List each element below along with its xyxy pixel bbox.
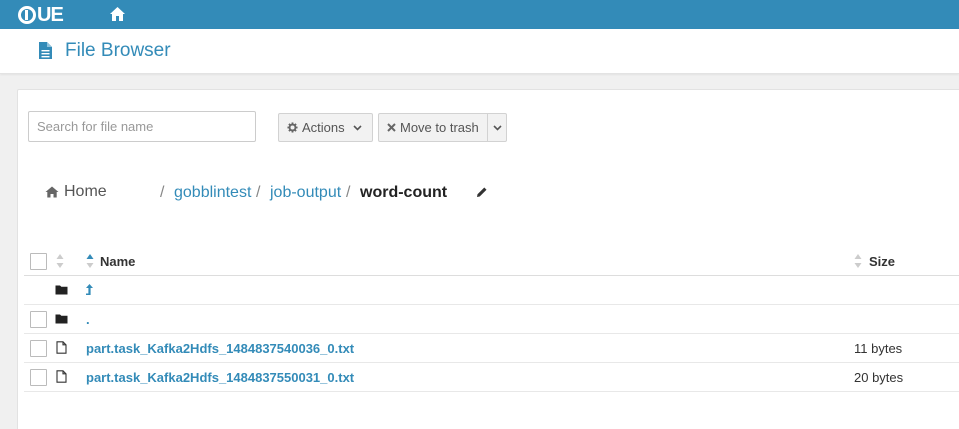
sort-asc-icon[interactable]	[86, 253, 94, 269]
folder-icon	[55, 314, 68, 324]
app-header: File Browser	[0, 29, 959, 74]
file-icon	[56, 341, 67, 354]
home-icon[interactable]	[109, 6, 126, 22]
column-header-size[interactable]: Size	[869, 254, 895, 269]
breadcrumb-separator: /	[346, 184, 351, 201]
file-icon	[39, 42, 52, 59]
file-icon	[56, 370, 67, 383]
gear-icon	[287, 122, 298, 133]
breadcrumb-current: word-count	[360, 184, 448, 201]
move-to-trash-button[interactable]: Move to trash	[378, 113, 488, 142]
breadcrumb-item-job-output[interactable]: job-output	[270, 183, 341, 203]
row-checkbox[interactable]	[30, 340, 47, 357]
actions-button[interactable]: Actions	[278, 113, 373, 142]
trash-label: Move to trash	[400, 120, 479, 135]
chevron-down-icon	[492, 124, 502, 131]
file-name-link[interactable]: part.task_Kafka2Hdfs_1484837550031_0.txt	[86, 370, 354, 385]
table-row[interactable]	[24, 276, 959, 305]
hue-logo-text: UE	[37, 4, 64, 26]
row-checkbox[interactable]	[30, 369, 47, 386]
select-all-checkbox[interactable]	[30, 253, 47, 270]
sort-icon[interactable]	[56, 253, 64, 269]
search-input[interactable]	[28, 111, 256, 142]
breadcrumb-separator: /	[160, 184, 165, 201]
hue-logo[interactable]: UE	[18, 4, 64, 26]
level-up-icon[interactable]	[85, 283, 94, 297]
file-name-link[interactable]: part.task_Kafka2Hdfs_1484837540036_0.txt	[86, 341, 354, 356]
actions-label: Actions	[302, 120, 345, 135]
chevron-down-icon	[353, 124, 362, 131]
close-icon	[387, 123, 396, 132]
breadcrumb-home-label: Home	[64, 183, 107, 200]
page-title: File Browser	[65, 40, 171, 61]
file-name-link[interactable]: .	[86, 312, 90, 327]
top-navbar: UE	[0, 0, 959, 29]
table-header: Name Size	[24, 247, 959, 276]
file-size: 20 bytes	[854, 370, 904, 385]
table-row[interactable]: part.task_Kafka2Hdfs_1484837550031_0.txt…	[24, 363, 959, 392]
row-checkbox[interactable]	[30, 311, 47, 328]
folder-icon	[55, 285, 68, 295]
breadcrumb-item-gobblintest[interactable]: gobblintest	[174, 183, 251, 203]
sort-icon[interactable]	[854, 253, 862, 269]
column-header-name[interactable]: Name	[100, 254, 135, 269]
trash-dropdown-toggle[interactable]	[487, 113, 507, 142]
table-row[interactable]: part.task_Kafka2Hdfs_1484837540036_0.txt…	[24, 334, 959, 363]
file-size: 11 bytes	[854, 341, 903, 356]
table-row[interactable]: .	[24, 305, 959, 334]
pencil-icon[interactable]	[476, 186, 488, 198]
breadcrumb-home[interactable]: Home	[45, 183, 107, 201]
breadcrumb-separator: /	[256, 184, 261, 201]
hue-logo-mark	[18, 6, 36, 24]
home-icon	[45, 186, 59, 198]
